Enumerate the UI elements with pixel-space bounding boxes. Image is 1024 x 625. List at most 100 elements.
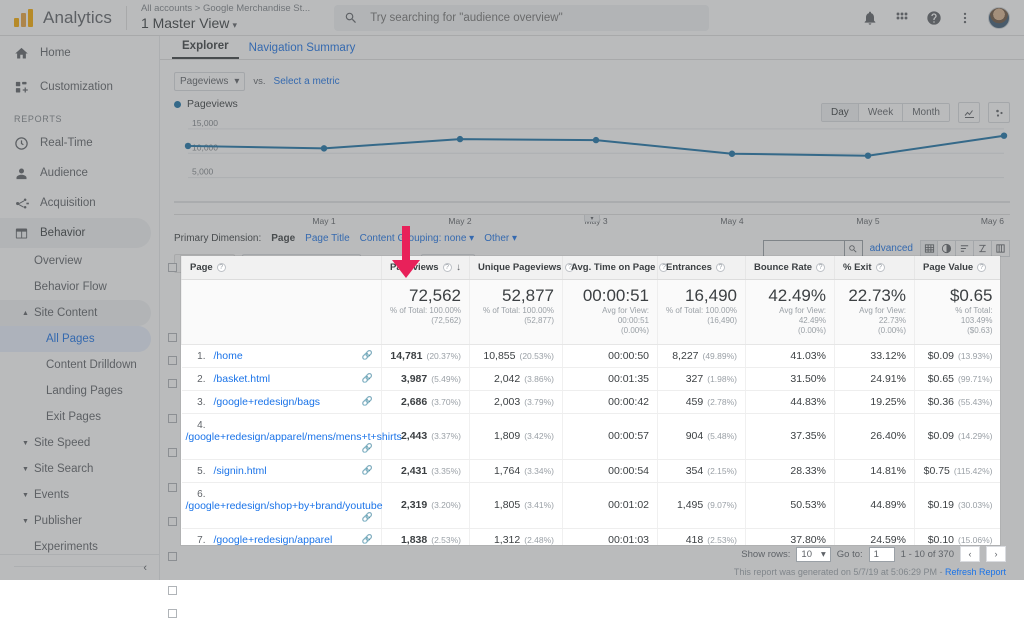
info-icon[interactable]: ? [716,263,725,272]
dimension-page-title[interactable]: Page Title [305,233,349,244]
page-link[interactable]: /signin.html [214,465,267,477]
sort-descending-icon[interactable]: ↓ [456,262,461,273]
comparison-icon[interactable] [974,240,992,257]
select-a-metric-link[interactable]: Select a metric [274,76,340,87]
open-page-icon[interactable]: 🔗 [362,396,373,407]
sidebar-item-content-drilldown[interactable]: Content Drilldown [0,352,159,378]
sidebar-item-home[interactable]: Home [0,36,159,70]
open-page-icon[interactable]: 🔗 [362,534,373,545]
tab-explorer[interactable]: Explorer [172,40,239,59]
sidebar-item-overview[interactable]: Overview [0,248,159,274]
table-row[interactable]: 2./basket.html🔗3,987(5.49%)2,042(3.86%)0… [182,367,1001,390]
page-link[interactable]: /google+redesign/shop+by+brand/youtube [186,500,383,512]
sidebar-item-exit-pages[interactable]: Exit Pages [0,404,159,430]
row-checkbox[interactable] [164,510,181,533]
sidebar-item-behavior-flow[interactable]: Behavior Flow [0,274,159,300]
column-header-bounce-rate[interactable]: Bounce Rate? [746,256,835,280]
open-page-icon[interactable]: 🔗 [362,443,373,454]
info-icon[interactable]: ? [876,263,885,272]
open-page-icon[interactable]: 🔗 [362,373,373,384]
open-page-icon[interactable]: 🔗 [362,512,373,523]
sidebar-item-site-content[interactable]: ▲ Site Content [0,300,151,326]
table-row[interactable]: 6./google+redesign/shop+by+brand/youtube… [182,482,1001,528]
search-icon[interactable] [844,241,862,256]
column-header-exit-pct[interactable]: % Exit? [835,256,915,280]
row-checkbox[interactable] [164,464,181,510]
sidebar-item-real-time[interactable]: Real-Time [0,128,159,158]
goto-page-input[interactable]: 1 [869,547,895,562]
cell-percent: (2.78%) [707,397,737,407]
apps-grid-icon[interactable] [894,10,910,26]
table-row[interactable]: 4./google+redesign/apparel/mens/mens+t+s… [182,413,1001,459]
sidebar-item-behavior[interactable]: Behavior [0,218,151,248]
avatar[interactable] [988,7,1010,29]
row-checkbox[interactable] [164,533,181,579]
column-header-avg-time-on-page[interactable]: Avg. Time on Page? [563,256,658,280]
notifications-bell-icon[interactable] [862,10,878,26]
row-checkbox[interactable] [164,349,181,372]
info-icon[interactable]: ? [443,263,452,272]
column-header-entrances[interactable]: Entrances? [658,256,746,280]
table-view-icon[interactable] [920,240,938,257]
table-row[interactable]: 3./google+redesign/bags🔗2,686(3.70%)2,00… [182,390,1001,413]
info-icon[interactable]: ? [977,263,986,272]
select-all-checkbox[interactable] [164,256,181,278]
table-filter[interactable] [763,240,863,257]
sidebar-item-audience[interactable]: Audience [0,158,159,188]
show-rows-select[interactable]: 10 ▾ [796,547,830,562]
info-icon[interactable]: ? [217,263,226,272]
view-name-row[interactable]: 1 Master View ▾ [141,15,310,33]
sidebar-collapse-button[interactable]: ‹ [0,554,159,580]
row-checkbox[interactable] [164,579,181,602]
cell-value: 33.12% [870,350,906,362]
metric-select[interactable]: Pageviews ▾ [174,72,245,91]
sidebar-item-acquisition[interactable]: Acquisition [0,188,159,218]
table-row[interactable]: 1./home🔗14,781(20.37%)10,855(20.53%)00:0… [182,344,1001,367]
page-link[interactable]: /basket.html [214,373,271,385]
chart-collapse-handle[interactable]: ▾ [584,215,600,222]
generated-text: This report was generated on 5/7/19 at 5… [734,567,943,577]
table-row[interactable]: 5./signin.html🔗2,431(3.35%)1,764(3.34%)0… [182,459,1001,482]
refresh-report-link[interactable]: Refresh Report [945,567,1006,577]
sidebar-item-all-pages[interactable]: All Pages [0,326,151,352]
column-header-page-value[interactable]: Page Value? [915,256,1001,280]
global-search[interactable] [334,5,709,31]
pie-chart-icon[interactable] [938,240,956,257]
column-header-unique-pageviews[interactable]: Unique Pageviews? [470,256,563,280]
performance-bars-icon[interactable] [956,240,974,257]
previous-page-button[interactable]: ‹ [960,546,980,562]
sidebar-item-customization[interactable]: Customization [0,70,159,104]
tab-navigation-summary[interactable]: Navigation Summary [239,42,366,59]
help-icon[interactable] [926,10,942,26]
next-page-button[interactable]: › [986,546,1006,562]
row-checkbox[interactable] [164,441,181,464]
pageviews-line-chart[interactable]: 5,00010,00015,000 May 1May 2May 3May 4Ma… [174,114,1010,214]
row-index: 2. [186,374,206,385]
page-link[interactable]: /home [214,350,243,362]
pivot-table-icon[interactable] [992,240,1010,257]
search-input[interactable] [368,11,688,25]
column-header-page[interactable]: Page? [182,256,382,280]
page-link[interactable]: /google+redesign/apparel/mens/mens+t+shi… [186,431,402,443]
sidebar-item-site-search[interactable]: ▼ Site Search [0,456,159,482]
row-checkbox[interactable] [164,372,181,395]
row-checkbox[interactable] [164,602,181,625]
advanced-filter-link[interactable]: advanced [870,243,913,254]
row-checkbox[interactable] [164,326,181,349]
open-page-icon[interactable]: 🔗 [362,465,373,476]
account-selector[interactable]: All accounts > Google Merchandise St... … [141,3,310,33]
sidebar-item-landing-pages[interactable]: Landing Pages [0,378,159,404]
sidebar-item-publisher[interactable]: ▼ Publisher [0,508,159,534]
table-search-input[interactable] [764,241,844,256]
primary-dimension-page[interactable]: Page [271,233,295,244]
table-row[interactable]: 7./google+redesign/apparel🔗1,838(2.53%)1… [182,528,1001,545]
sidebar-item-events[interactable]: ▼ Events [0,482,159,508]
dimension-other[interactable]: Other ▾ [484,233,517,244]
page-link[interactable]: /google+redesign/bags [214,396,321,408]
more-options-icon[interactable] [958,10,972,26]
info-icon[interactable]: ? [816,263,825,272]
open-page-icon[interactable]: 🔗 [362,350,373,361]
sidebar-item-site-speed[interactable]: ▼ Site Speed [0,430,159,456]
row-checkbox[interactable] [164,395,181,441]
page-link[interactable]: /google+redesign/apparel [214,534,333,545]
